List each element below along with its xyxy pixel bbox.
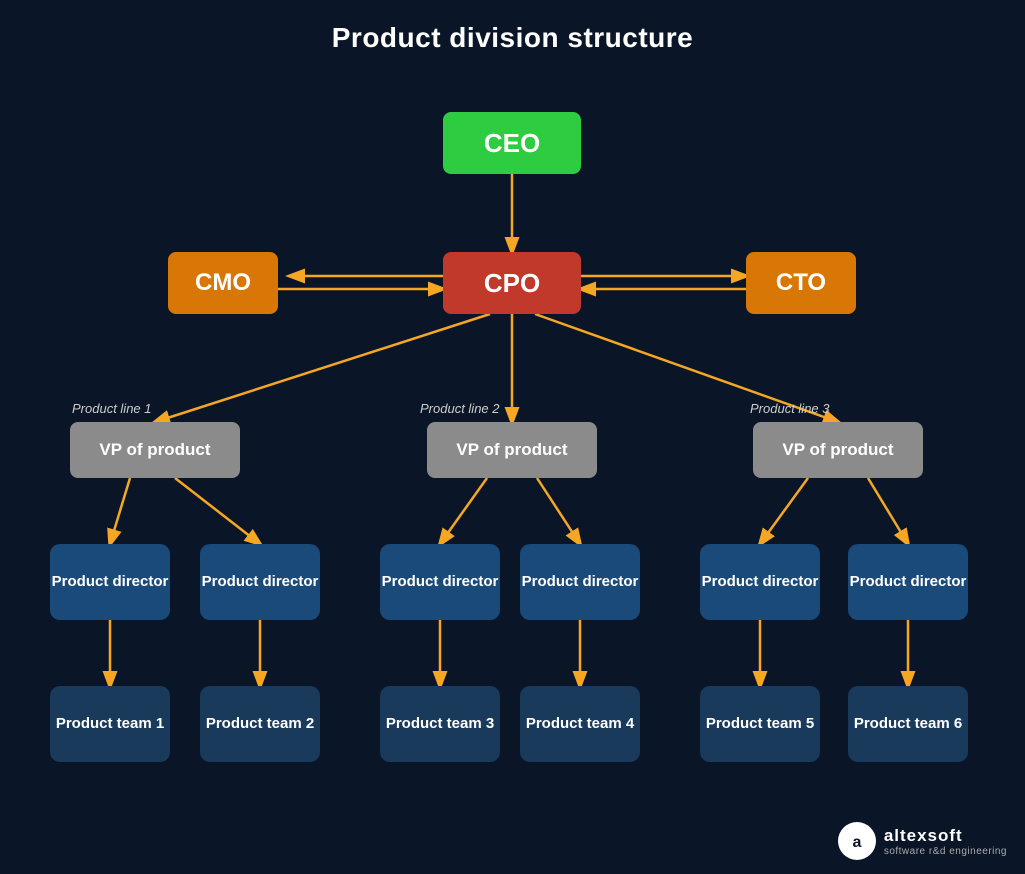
- team-6-node: Product team 6: [848, 686, 968, 762]
- director-2b-node: Product director: [520, 544, 640, 620]
- logo-tagline: software r&d engineering: [884, 846, 1007, 857]
- logo-name: altexsoft: [884, 826, 1007, 846]
- director-1a-node: Product director: [50, 544, 170, 620]
- product-line-3-label: Product line 3: [750, 401, 830, 416]
- cto-node: CTO: [746, 252, 856, 314]
- org-chart: CEO CPO CMO CTO Product line 1 Product l…: [0, 54, 1025, 874]
- director-3a-node: Product director: [700, 544, 820, 620]
- vp3-node: VP of product: [753, 422, 923, 478]
- product-line-1-label: Product line 1: [72, 401, 152, 416]
- director-2a-node: Product director: [380, 544, 500, 620]
- team-4-node: Product team 4: [520, 686, 640, 762]
- cmo-node: CMO: [168, 252, 278, 314]
- logo-icon: a: [838, 822, 876, 860]
- vp1-node: VP of product: [70, 422, 240, 478]
- director-1b-node: Product director: [200, 544, 320, 620]
- team-2-node: Product team 2: [200, 686, 320, 762]
- ceo-node: CEO: [443, 112, 581, 174]
- team-1-node: Product team 1: [50, 686, 170, 762]
- cpo-node: CPO: [443, 252, 581, 314]
- logo-text: altexsoft software r&d engineering: [884, 826, 1007, 857]
- page-title: Product division structure: [0, 0, 1025, 54]
- team-3-node: Product team 3: [380, 686, 500, 762]
- logo-area: a altexsoft software r&d engineering: [838, 822, 1007, 860]
- director-3b-node: Product director: [848, 544, 968, 620]
- team-5-node: Product team 5: [700, 686, 820, 762]
- vp2-node: VP of product: [427, 422, 597, 478]
- svg-text:a: a: [852, 834, 861, 851]
- product-line-2-label: Product line 2: [420, 401, 500, 416]
